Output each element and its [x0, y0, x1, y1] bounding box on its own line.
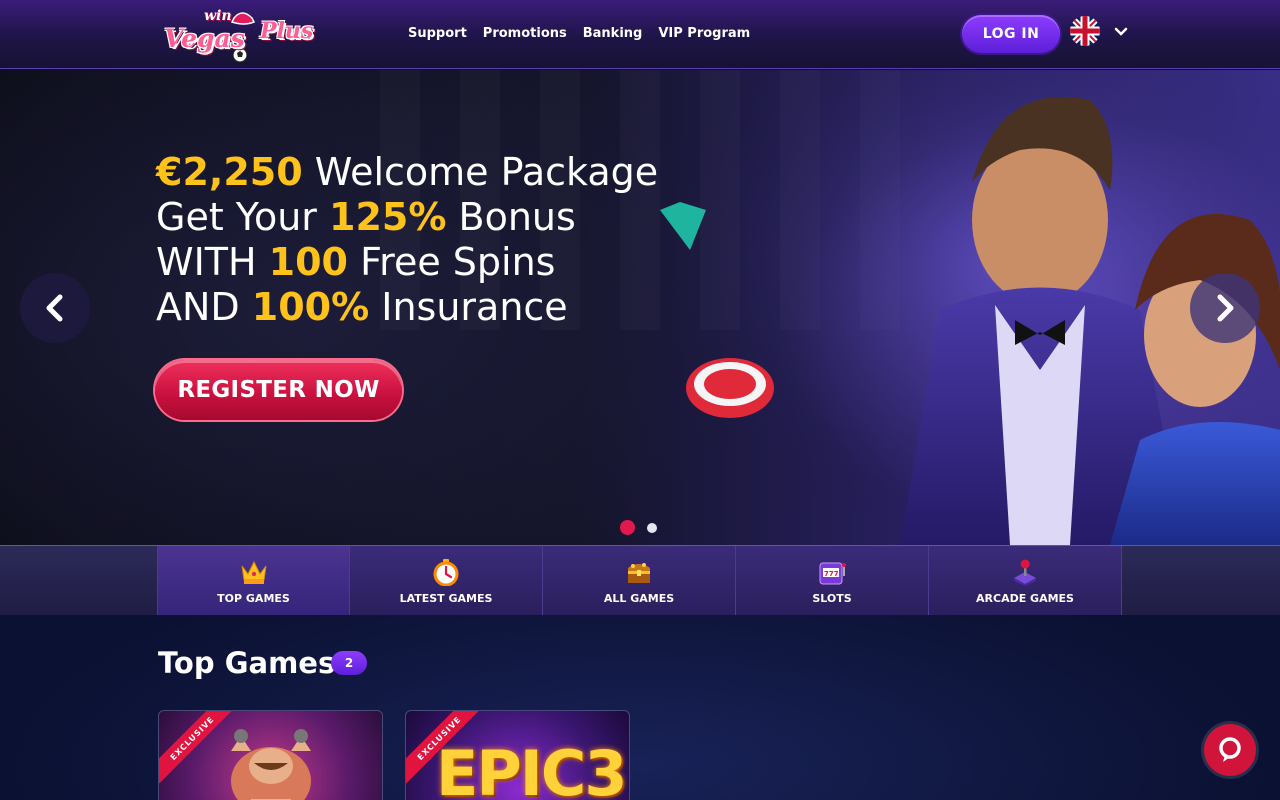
hero-line-1: €2,250 Welcome Package — [156, 150, 676, 195]
hero-line-2: Get Your 125% Bonus — [156, 195, 676, 240]
tab-label: ARCADE GAMES — [976, 591, 1074, 605]
games-count-badge: 2 — [331, 651, 367, 675]
nav-banking[interactable]: Banking — [583, 26, 643, 41]
logo-text-vegas: Vegas — [164, 24, 245, 53]
treasure-chest-icon — [628, 562, 650, 583]
tab-label: ALL GAMES — [603, 591, 675, 605]
nav-vip-program[interactable]: VIP Program — [658, 26, 750, 41]
hero-line-1-highlight: €2,250 — [156, 150, 303, 194]
tab-slots[interactable]: 777 SLOTS — [736, 546, 929, 616]
nav-promotions[interactable]: Promotions — [483, 26, 567, 41]
register-now-button[interactable]: REGISTER NOW — [155, 360, 402, 420]
chevron-down-icon — [1114, 24, 1128, 38]
hero-line-3: WITH 100 Free Spins — [156, 240, 676, 285]
tab-all-games[interactable]: ALL GAMES — [543, 546, 736, 616]
joystick-icon — [1014, 559, 1036, 586]
chevron-left-icon — [46, 294, 63, 322]
tab-arcade-games[interactable]: ARCADE GAMES — [929, 546, 1122, 616]
hero-line-2-post: Bonus — [446, 195, 576, 239]
tab-top-games[interactable]: TOP GAMES — [157, 546, 351, 621]
uk-flag-icon — [1070, 16, 1100, 46]
carousel-dot-2[interactable] — [647, 523, 657, 533]
hero-line-2-highlight: 125% — [329, 195, 447, 239]
hero-illustration — [640, 70, 1280, 545]
hero-headline: €2,250 Welcome Package Get Your 125% Bon… — [156, 150, 676, 330]
game-title-epic3: EPIC3 — [436, 737, 628, 800]
chevron-right-icon — [1217, 294, 1234, 322]
language-selector[interactable] — [1070, 16, 1128, 46]
chat-bubble-icon — [1219, 737, 1241, 762]
tab-latest-games[interactable]: LATEST GAMES — [350, 546, 543, 616]
live-chat-button[interactable] — [1204, 724, 1256, 776]
nav-support[interactable]: Support — [408, 26, 467, 41]
section-title: Top Games — [158, 646, 336, 680]
hero-line-3-highlight: 100 — [268, 240, 348, 284]
win-vegas-plus-logo[interactable]: win Vegas Plus — [162, 6, 318, 64]
hero-banner: €2,250 Welcome Package Get Your 125% Bon… — [0, 70, 1280, 545]
carousel-prev-button[interactable] — [20, 273, 90, 343]
games-section: Top Games 2 EXCLUSIVE EPIC3 EXCLUSIVE — [0, 615, 1280, 800]
hero-line-1-text: Welcome Package — [302, 150, 659, 194]
carousel-dots — [620, 520, 657, 535]
logo-text-win: win — [204, 8, 232, 24]
hero-line-4: AND 100% Insurance — [156, 285, 676, 330]
hero-line-3-pre: WITH — [156, 240, 269, 284]
hero-line-2-pre: Get Your — [156, 195, 330, 239]
carousel-dot-1[interactable] — [620, 520, 635, 535]
logo-text-plus: Plus — [260, 18, 314, 44]
svg-text:777: 777 — [824, 570, 839, 578]
tab-label: SLOTS — [812, 591, 852, 605]
game-card[interactable]: EPIC3 EXCLUSIVE — [405, 710, 630, 800]
site-header: win Vegas Plus Support Promotions Bankin… — [0, 0, 1280, 69]
game-category-bar: TOP GAMES LATEST GAMES ALL GAMES 777 SLO… — [0, 545, 1280, 621]
tab-label: LATEST GAMES — [399, 591, 493, 605]
login-button[interactable]: LOG IN — [962, 15, 1060, 53]
crown-icon — [241, 560, 266, 584]
game-card[interactable]: EXCLUSIVE — [158, 710, 383, 800]
stopwatch-icon — [433, 558, 459, 586]
main-nav: Support Promotions Banking VIP Program — [408, 26, 750, 41]
hero-line-3-post: Free Spins — [347, 240, 556, 284]
tab-label: TOP GAMES — [217, 591, 290, 605]
slot-machine-icon: 777 — [819, 562, 846, 584]
hero-line-4-highlight: 100% — [251, 285, 370, 329]
hero-line-4-pre: AND — [156, 285, 252, 329]
carousel-next-button[interactable] — [1190, 273, 1260, 343]
hero-line-4-post: Insurance — [369, 285, 568, 329]
game-category-tabs: TOP GAMES LATEST GAMES ALL GAMES 777 SLO… — [157, 546, 1122, 621]
